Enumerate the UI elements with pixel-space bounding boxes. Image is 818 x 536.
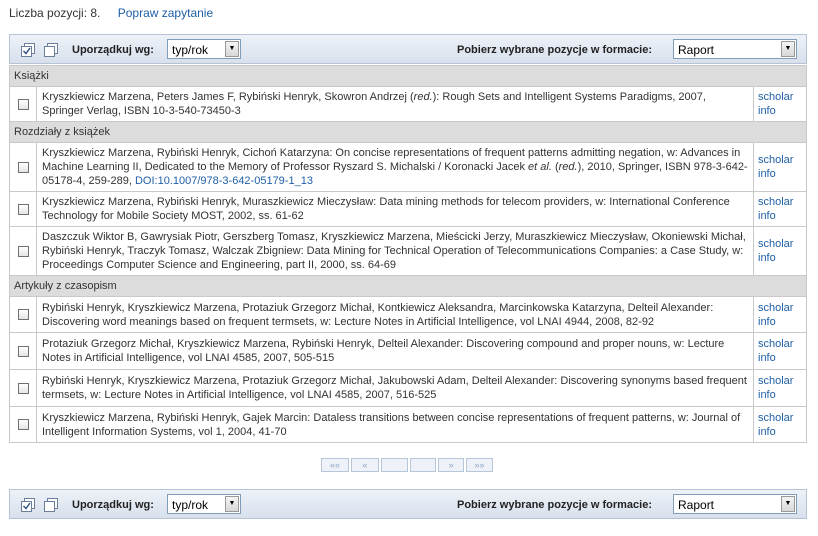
format-label: Pobierz wybrane pozycje w formacie:	[457, 44, 653, 56]
select-all-icon[interactable]	[21, 498, 35, 512]
chevron-down-icon[interactable]: ▼	[781, 496, 795, 512]
section-header-books: Książki	[9, 65, 807, 87]
doi-link[interactable]: DOI:10.1007/978-3-642-05179-1_13	[135, 175, 313, 187]
result-count: Liczba pozycji: 8.	[9, 6, 101, 20]
row-checkbox[interactable]	[17, 309, 29, 321]
table-row: Protaziuk Grzegorz Michał, Kryszkiewicz …	[9, 332, 807, 370]
results-summary: Liczba pozycji: 8. Popraw zapytanie	[9, 6, 213, 20]
results-table: Książki Kryszkiewicz Marzena, Peters Jam…	[9, 65, 807, 443]
citation-text: Kryszkiewicz Marzena, Rybiński Henryk, M…	[36, 191, 754, 227]
table-row: Daszczuk Wiktor B, Gawrysiak Piotr, Gers…	[9, 226, 807, 276]
info-link[interactable]: info	[758, 352, 776, 364]
chevron-down-icon[interactable]: ▼	[225, 41, 239, 57]
citation-text: Protaziuk Grzegorz Michał, Kryszkiewicz …	[36, 332, 754, 370]
sort-label: Uporządkuj wg:	[72, 499, 154, 511]
table-row: Rybiński Henryk, Kryszkiewicz Marzena, P…	[9, 296, 807, 333]
sort-select-value: typ/rok	[172, 43, 209, 57]
toolbar-bottom: Uporządkuj wg: typ/rok ▼ Pobierz wybrane…	[9, 489, 807, 519]
refine-query-link[interactable]: Popraw zapytanie	[118, 6, 213, 20]
format-select-value: Raport	[678, 43, 715, 57]
scholar-link[interactable]: scholar	[758, 196, 793, 208]
section-title: Artykuły z czasopism	[9, 275, 807, 297]
row-checkbox[interactable]	[17, 98, 29, 110]
page-slot[interactable]	[381, 458, 408, 472]
format-select-value: Raport	[678, 498, 715, 512]
row-checkbox[interactable]	[17, 419, 29, 431]
info-link[interactable]: info	[758, 210, 776, 222]
page-slot[interactable]	[410, 458, 436, 472]
scholar-link[interactable]: scholar	[758, 412, 793, 424]
citation-text: Kryszkiewicz Marzena, Rybiński Henryk, C…	[36, 142, 754, 192]
citation-text: Daszczuk Wiktor B, Gawrysiak Piotr, Gers…	[36, 226, 754, 276]
sort-select-value: typ/rok	[172, 498, 209, 512]
pagination: «« « » »»	[321, 458, 493, 472]
section-header-articles: Artykuły z czasopism	[9, 275, 807, 297]
scholar-link[interactable]: scholar	[758, 338, 793, 350]
table-row: Kryszkiewicz Marzena, Rybiński Henryk, C…	[9, 142, 807, 192]
row-checkbox[interactable]	[17, 161, 29, 173]
last-page-button[interactable]: »»	[466, 458, 493, 472]
row-checkbox[interactable]	[17, 245, 29, 257]
scholar-link[interactable]: scholar	[758, 154, 793, 166]
next-page-button[interactable]: »	[438, 458, 464, 472]
row-checkbox[interactable]	[17, 382, 29, 394]
section-title: Książki	[9, 65, 807, 87]
citation-text: Kryszkiewicz Marzena, Rybiński Henryk, G…	[36, 406, 754, 443]
section-header-chapters: Rozdziały z książek	[9, 121, 807, 143]
info-link[interactable]: info	[758, 426, 776, 438]
scholar-link[interactable]: scholar	[758, 91, 793, 103]
table-row: Rybiński Henryk, Kryszkiewicz Marzena, P…	[9, 369, 807, 407]
deselect-all-icon[interactable]	[44, 498, 58, 512]
table-row: Kryszkiewicz Marzena, Rybiński Henryk, M…	[9, 191, 807, 227]
format-select[interactable]: Raport ▼	[673, 39, 797, 59]
format-select[interactable]: Raport ▼	[673, 494, 797, 514]
select-all-icon[interactable]	[21, 43, 35, 57]
scholar-link[interactable]: scholar	[758, 238, 793, 250]
sort-select[interactable]: typ/rok ▼	[167, 494, 241, 514]
deselect-all-icon[interactable]	[44, 43, 58, 57]
citation-text: Kryszkiewicz Marzena, Peters James F, Ry…	[36, 86, 754, 122]
format-label: Pobierz wybrane pozycje w formacie:	[457, 499, 653, 511]
toolbar-top: Uporządkuj wg: typ/rok ▼ Pobierz wybrane…	[9, 34, 807, 64]
sort-label: Uporządkuj wg:	[72, 44, 154, 56]
info-link[interactable]: info	[758, 389, 776, 401]
info-link[interactable]: info	[758, 316, 776, 328]
scholar-link[interactable]: scholar	[758, 375, 793, 387]
chevron-down-icon[interactable]: ▼	[781, 41, 795, 57]
section-title: Rozdziały z książek	[9, 121, 807, 143]
citation-text: Rybiński Henryk, Kryszkiewicz Marzena, P…	[36, 296, 754, 333]
info-link[interactable]: info	[758, 168, 776, 180]
scholar-link[interactable]: scholar	[758, 302, 793, 314]
prev-page-button[interactable]: «	[351, 458, 379, 472]
chevron-down-icon[interactable]: ▼	[225, 496, 239, 512]
table-row: Kryszkiewicz Marzena, Rybiński Henryk, G…	[9, 406, 807, 443]
row-checkbox[interactable]	[17, 345, 29, 357]
table-row: Kryszkiewicz Marzena, Peters James F, Ry…	[9, 86, 807, 122]
info-link[interactable]: info	[758, 252, 776, 264]
row-checkbox[interactable]	[17, 203, 29, 215]
citation-text: Rybiński Henryk, Kryszkiewicz Marzena, P…	[36, 369, 754, 407]
sort-select[interactable]: typ/rok ▼	[167, 39, 241, 59]
info-link[interactable]: info	[758, 105, 776, 117]
first-page-button[interactable]: ««	[321, 458, 349, 472]
